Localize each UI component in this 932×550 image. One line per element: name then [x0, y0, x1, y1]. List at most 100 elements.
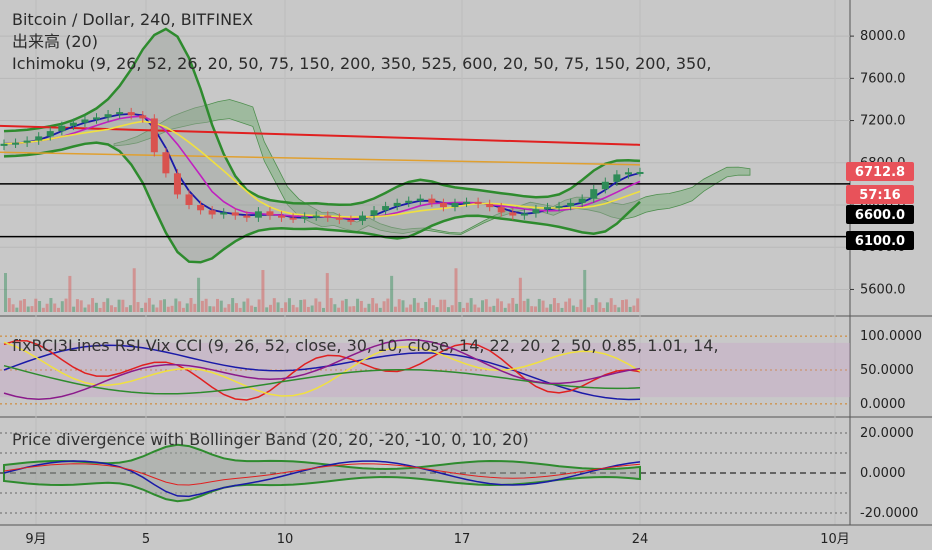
- candle-body: [613, 174, 621, 182]
- volume-bar: [314, 298, 318, 312]
- candle-body: [451, 202, 459, 208]
- volume-bar: [246, 298, 250, 312]
- volume-bar: [393, 306, 397, 312]
- badge-label: 6100.0: [855, 234, 905, 249]
- price-badges: 6712.8 57:16 6600.0 6100.0: [846, 162, 914, 250]
- volume-bar: [155, 307, 159, 312]
- volume-bar: [458, 301, 462, 312]
- volume-bar: [19, 300, 23, 312]
- volume-bar: [238, 307, 242, 312]
- volume-bar: [87, 304, 91, 312]
- volume-bar: [621, 300, 625, 312]
- volume-bar: [299, 299, 303, 312]
- candle-body: [509, 212, 517, 216]
- candle-body: [405, 200, 413, 203]
- candle-body: [555, 206, 563, 209]
- candle-body: [393, 202, 401, 207]
- candle-body: [578, 198, 586, 203]
- volume-bar: [53, 303, 57, 312]
- candle-body: [520, 213, 528, 216]
- volume-bar: [552, 298, 556, 312]
- volume-bar: [265, 307, 269, 312]
- candle-body: [439, 202, 447, 208]
- volume-bar: [261, 270, 265, 312]
- candle-body: [278, 215, 286, 218]
- volume-bar: [216, 298, 219, 312]
- volume-bar: [549, 304, 553, 312]
- volume-bar: [189, 298, 193, 312]
- badge-label: 57:16: [859, 188, 900, 203]
- candle-body: [93, 117, 101, 120]
- volume-bar: [227, 304, 231, 312]
- candle-body: [543, 207, 551, 210]
- candle-body: [104, 114, 112, 118]
- volume-bar: [503, 307, 507, 312]
- volume-bar: [435, 307, 439, 312]
- volume-bar: [7, 298, 11, 312]
- time-tick-label: 10月: [820, 532, 850, 547]
- volume-bar: [94, 302, 98, 312]
- volume-bar: [636, 298, 640, 312]
- divergence-tick-label: 20.0000: [860, 426, 914, 441]
- volume-bar: [545, 307, 549, 312]
- volume-bar: [337, 307, 341, 312]
- volume-bar: [197, 277, 201, 312]
- volume-bar: [64, 298, 68, 312]
- volume-bar: [590, 304, 594, 312]
- volume-bar: [102, 301, 106, 312]
- volume-bar: [515, 303, 519, 312]
- candle-body: [624, 172, 632, 175]
- volume-bar: [602, 307, 606, 312]
- volume-bar: [159, 300, 163, 312]
- volume-bar: [537, 298, 541, 312]
- price-badge: 6100.0: [846, 231, 914, 250]
- chart-canvas[interactable]: 8000.07600.07200.06800.06400.06000.05600…: [0, 0, 932, 550]
- volume-bar: [617, 307, 621, 312]
- candle-body: [220, 212, 228, 215]
- volume-bar: [367, 303, 371, 312]
- volume-bar: [325, 273, 329, 312]
- candle-body: [116, 112, 124, 115]
- time-tick-label: 10: [277, 532, 294, 547]
- volume-bar: [511, 298, 515, 312]
- volume-bar: [303, 299, 307, 312]
- volume-bar: [132, 268, 136, 312]
- candle-body: [590, 189, 598, 199]
- volume-bar: [344, 298, 348, 312]
- candle-body: [69, 122, 77, 126]
- volume-bar: [223, 307, 227, 312]
- volume-bar: [632, 305, 636, 312]
- volume-bar: [242, 301, 246, 312]
- candle-body: [289, 217, 297, 220]
- volume-bar: [568, 298, 572, 312]
- volume-bar: [386, 298, 390, 312]
- oscillator-tick-label: 0.0000: [860, 397, 906, 412]
- volume-bar: [79, 300, 83, 312]
- volume-bar: [219, 300, 223, 312]
- volume-bar: [443, 299, 447, 312]
- volume-bar: [174, 298, 178, 312]
- volume-bar: [579, 299, 583, 312]
- candle-body: [312, 215, 320, 218]
- symbol-legend: Bitcoin / Dollar, 240, BITFINEX: [12, 10, 254, 29]
- volume-bar: [363, 307, 367, 312]
- volume-bar: [91, 298, 95, 312]
- divergence-tick-label: 0.0000: [860, 466, 906, 481]
- volume-bar: [405, 307, 409, 312]
- volume-bar: [356, 298, 360, 312]
- volume-bar: [110, 305, 113, 312]
- volume-bar: [49, 298, 53, 312]
- volume-bar: [117, 299, 121, 312]
- divergence-pane-title: Price divergence with Bollinger Band (20…: [12, 430, 529, 449]
- volume-bar: [348, 306, 352, 312]
- ichimoku-legend: Ichimoku (9, 26, 52, 26, 20, 50, 75, 150…: [12, 54, 712, 73]
- volume-bar: [613, 304, 617, 312]
- volume-bar: [60, 301, 64, 312]
- oscillator-tick-label: 50.0000: [860, 363, 914, 378]
- volume-bar: [340, 300, 344, 312]
- candle-body: [601, 181, 609, 190]
- candle-body: [35, 136, 43, 141]
- time-tick-label: 24: [632, 532, 649, 547]
- volume-bar: [295, 307, 299, 312]
- volume-bar: [371, 298, 375, 312]
